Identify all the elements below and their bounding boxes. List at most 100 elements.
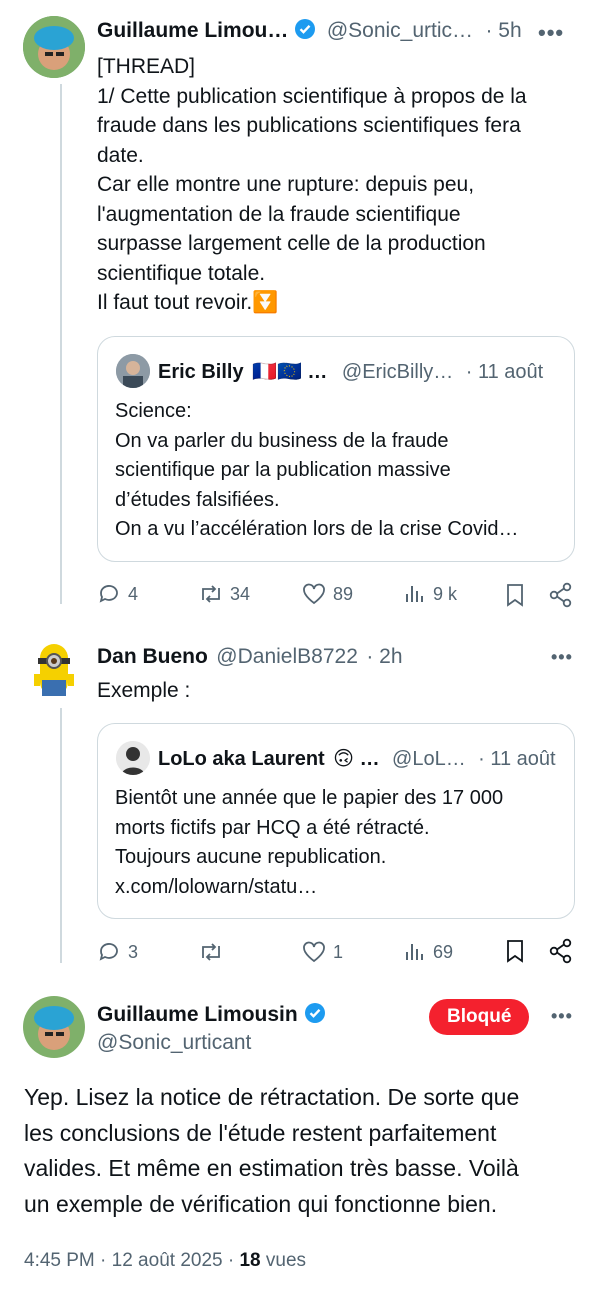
tweet-text: [THREAD] 1/ Cette publication scientifiq… [97,52,577,318]
quote-header: Eric Billy 🇫🇷🇪🇺 … @EricBilly… · 11 août [158,359,543,384]
quote-header: LoLo aka Laurent 🙃 … @LoL… · 11 août [158,746,556,771]
more-options-icon[interactable]: ••• [538,20,564,46]
avatar[interactable] [23,16,85,78]
tweet-line: surpasse largement celle de la productio… [97,232,486,255]
thread-line [60,84,62,604]
upside-down-face-emoji: 🙃 … [333,748,380,770]
more-options-icon[interactable]: ••• [551,647,573,668]
quote-author-name: Eric Billy [158,361,244,383]
quote-avatar [116,741,150,775]
avatar[interactable] [23,996,85,1058]
tweet-header: Guillaume Limou… @Sonic_urtic… · 5h [97,18,522,43]
views-count: 9 k [433,583,458,604]
tweet-meta: 4:45 PM · 12 août 2025 · 18 vues [24,1250,306,1272]
repost-button[interactable]: 34 [197,582,250,606]
tweet-line: les conclusions de l'étude restent parfa… [24,1119,497,1146]
like-button[interactable]: 89 [301,582,353,606]
tweet-line: date. [97,143,144,167]
tweet-line: 1/ Cette publication scientifique à prop… [97,84,527,108]
views-icon [406,944,423,960]
tweet-text: Exemple : [97,679,191,702]
tweet-line: l'augmentation de la fraude scientifique [97,202,461,226]
views-button[interactable]: 69 [403,940,453,964]
tweet-time[interactable]: · 2h [366,645,402,668]
quote-line: morts fictifs par HCQ a été rétracté. [115,816,430,839]
quote-line: x.com/lolowarn/statu… [115,875,318,898]
bookmark-button[interactable] [504,938,526,964]
author-handle[interactable]: @Sonic_urticant [97,1031,251,1055]
more-options-icon[interactable]: ••• [551,1006,573,1027]
quote-avatar [116,354,150,388]
author-name-row: Guillaume Limousin [97,1002,326,1027]
tweet-line: valides. Et même en estimation très bass… [24,1155,519,1181]
bookmark-button[interactable] [504,582,526,608]
quote-line: On va parler du business de la fraude [115,429,449,452]
quote-time: · 11 août [478,748,556,770]
author-name[interactable]: Guillaume Limou… [97,19,288,42]
like-count: 1 [333,941,344,962]
quoted-tweet[interactable]: Eric Billy 🇫🇷🇪🇺 … @EricBilly… · 11 août … [97,336,575,562]
avatar-image [23,996,85,1058]
quote-line: On a vu l’accélération lors de la crise … [115,518,519,540]
tweet-line: fraude dans les publications scientifiqu… [97,114,521,137]
flags-emoji: 🇫🇷🇪🇺 … [252,361,328,383]
reply-button[interactable]: 4 [97,582,138,606]
author-name[interactable]: Dan Bueno [97,645,208,668]
double-down-arrow-emoji: ⏬ [252,291,279,314]
author-name[interactable]: Guillaume Limousin [97,1003,298,1026]
views-count: 18 [239,1250,261,1271]
tweet-line: [THREAD] [97,55,196,78]
blocked-button[interactable]: Bloqué [429,999,530,1035]
heart-icon [303,583,325,605]
share-button[interactable] [548,938,574,964]
repost-count: 34 [230,583,251,604]
views-count: 69 [433,941,454,962]
quote-author-handle: @EricBilly… [341,361,454,383]
quote-author-name: LoLo aka Laurent [158,748,325,770]
quote-line: Science: [115,400,192,422]
quote-line: scientifique par la publication massive [115,459,451,481]
bookmark-icon [507,584,523,607]
quote-line: Bientôt une année que le papier des 17 0… [115,787,504,809]
share-icon [549,938,572,964]
tweet-time[interactable]: · 5h [485,19,521,42]
quote-text: Science: On va parler du business de la … [115,397,565,545]
avatar-image [23,16,85,78]
like-count: 89 [333,583,354,604]
reply-button[interactable]: 3 [97,940,138,964]
views-label: vues [265,1250,307,1271]
repost-icon [202,943,220,961]
verified-icon [295,19,316,39]
tweet-line: un exemple de vérification qui fonctionn… [24,1190,498,1217]
reply-icon [99,943,118,961]
quote-line: d’études falsifiées. [115,488,280,511]
quote-time: · 11 août [465,361,544,383]
bookmark-icon [507,940,523,963]
tweet-line: scientifique totale. [97,261,266,285]
like-button[interactable]: 1 [301,940,343,964]
author-handle[interactable]: @Sonic_urtic… [327,19,473,42]
share-button[interactable] [548,582,574,608]
quote-line: Toujours aucune republication. [115,846,387,868]
author-handle[interactable]: @DanielB8722 [216,645,358,668]
reply-count: 4 [128,583,139,604]
quote-author-handle: @LoL… [392,748,466,770]
tweet-header: Dan Bueno @DanielB8722 · 2h [97,645,403,669]
tweet-line: Yep. Lisez la notice de rétractation. De… [24,1084,520,1110]
share-icon [549,582,572,608]
quoted-tweet[interactable]: LoLo aka Laurent 🙃 … @LoL… · 11 août Bie… [97,723,575,919]
reply-icon [99,585,118,603]
verified-icon [304,1003,325,1023]
tweet-line: Car elle montre une rupture: depuis peu, [97,173,475,196]
views-button[interactable]: 9 k [403,582,457,606]
minion-avatar-image [34,644,74,696]
quote-text: Bientôt une année que le papier des 17 0… [115,784,565,902]
avatar[interactable] [32,640,76,702]
main-tweet-text: Yep. Lisez la notice de rétractation. De… [24,1080,584,1222]
repost-icon [202,585,220,603]
views-icon [406,586,423,602]
heart-icon [303,941,325,963]
repost-button[interactable] [197,940,230,964]
reply-count: 3 [128,941,139,962]
tweet-timestamp[interactable]: 4:45 PM · 12 août 2025 · [24,1250,234,1271]
